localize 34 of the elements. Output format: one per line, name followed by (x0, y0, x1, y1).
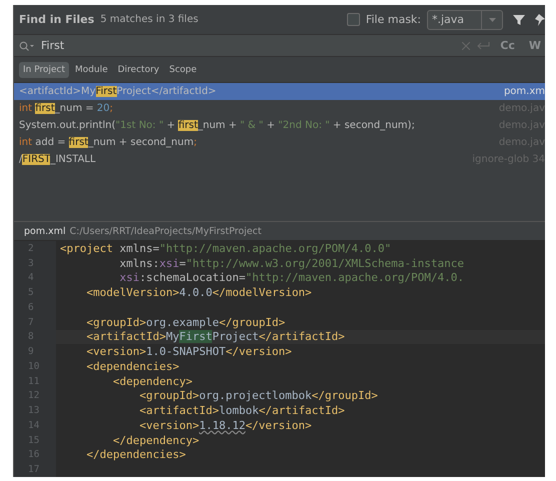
code-line: xsi:schemaLocation="http://maven.apache.org/POM/4.0. (118, 271, 464, 284)
code-line: <modelVersion>4.0.0</modelVersion> (85, 286, 312, 300)
file-mask-label: File mask: (366, 13, 421, 26)
preview-file-name: pom.xml (24, 226, 66, 236)
scope-tab[interactable]: In Project (19, 62, 70, 78)
search-icon[interactable] (19, 40, 35, 50)
code-line: <groupId>org.example</groupId> (85, 316, 286, 329)
match-summary: 5 matches in 3 files (100, 14, 200, 25)
result-text: int add = first_num + second_num; (19, 137, 198, 148)
caret-icon (488, 18, 496, 22)
dialog-title: Find in Files (19, 13, 94, 26)
code-line: </dependency> (112, 434, 200, 447)
scope-tab[interactable]: Directory (114, 62, 164, 78)
code-line: <version>1.18.12</version> (138, 418, 312, 432)
search-bar[interactable]: First Cc W (14, 35, 545, 57)
code-line: <dependency> (112, 374, 192, 388)
code-line: </dependencies> (85, 448, 186, 462)
preview-file-path: C:/Users/RRT/IdeaProjects/MyFirstProject (70, 226, 262, 236)
code-line: <version>1.0-SNAPSHOT</version> (85, 345, 292, 358)
result-row[interactable]: <artifactId>MyFirstProject</artifactId> pom.xm (14, 83, 545, 100)
result-file: pom.xm (504, 86, 545, 97)
scope-tab[interactable]: Module (71, 62, 112, 78)
file-mask-checkbox[interactable] (346, 13, 360, 26)
code-line: <artifactId>lombok</artifactId> (138, 404, 345, 418)
code-line: <artifactId>MyFirstProject</artifactId> (85, 330, 345, 344)
code-line: <project xmlns="http://maven.apache.org/POM/4.0.0" (59, 242, 392, 255)
file-mask-combo[interactable]: *.java (427, 10, 503, 30)
result-text: <artifactId>MyFirstProject</artifactId> (19, 86, 218, 97)
code-line: <dependencies> (85, 360, 180, 373)
code-line: xmlns:xsi="http://www.w3.org/2001/XMLSchema-instance (118, 256, 464, 270)
pin-icon[interactable] (535, 12, 545, 26)
scope-tab[interactable]: Scope (165, 62, 201, 78)
code-line: <groupId>org.projectlombok</groupId> (138, 389, 378, 402)
search-field[interactable]: First (41, 39, 456, 52)
